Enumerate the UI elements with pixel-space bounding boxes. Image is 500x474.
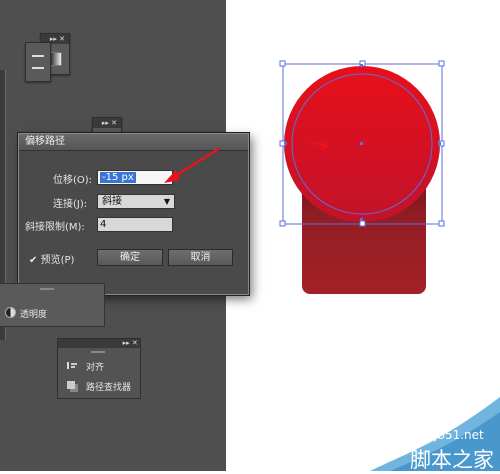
panel-grip[interactable]	[91, 351, 105, 353]
join-label: 连接(J):	[53, 199, 88, 210]
watermark-name: 脚本之家	[410, 448, 494, 472]
close-icon[interactable]: ✕	[132, 339, 138, 347]
close-icon[interactable]: ✕	[111, 119, 117, 127]
ok-button[interactable]: 确定	[97, 249, 163, 266]
watermark-site: jb51.net	[434, 428, 484, 442]
arrow-annotation-icon	[164, 146, 221, 183]
transparency-label[interactable]: 透明度	[20, 307, 47, 320]
watermark: jb51.net 脚本之家	[370, 392, 500, 472]
transparency-panel[interactable]: 透明度	[0, 283, 105, 327]
stroke-icon[interactable]	[32, 55, 44, 69]
offset-label: 位移(O):	[53, 175, 93, 186]
preview-checkbox[interactable]: ✔ 预览(P)	[29, 251, 74, 266]
collapse-icon[interactable]: ▸▸	[123, 339, 130, 347]
preview-label: 预览(P)	[40, 255, 75, 266]
join-select[interactable]: 斜接 ▼	[97, 194, 175, 209]
pathfinder-label[interactable]: 路径查找器	[86, 380, 131, 393]
panel-header[interactable]: ▸▸ ✕	[93, 118, 121, 128]
panel-grip[interactable]	[40, 288, 54, 290]
pathfinder-icon[interactable]	[67, 381, 75, 389]
close-icon[interactable]: ✕	[59, 35, 65, 43]
align-pathfinder-panel: ▸▸ ✕ 对齐 路径查找器	[57, 338, 141, 399]
cancel-button[interactable]: 取消	[168, 249, 233, 266]
transparency-icon[interactable]	[5, 307, 16, 318]
panel-header[interactable]: ▸▸ ✕	[58, 339, 140, 348]
chevron-down-icon: ▼	[163, 197, 170, 206]
offset-value: -15 px	[100, 172, 136, 183]
join-value: 斜接	[102, 196, 122, 207]
collapsed-panel[interactable]	[25, 42, 51, 82]
align-icon[interactable]	[67, 362, 78, 369]
collapse-icon[interactable]: ▸▸	[102, 119, 109, 127]
checkmark-icon: ✔	[29, 255, 38, 266]
miter-limit-field[interactable]: 4	[97, 217, 173, 232]
miter-limit-label: 斜接限制(M):	[25, 222, 85, 233]
align-label[interactable]: 对齐	[86, 360, 104, 373]
